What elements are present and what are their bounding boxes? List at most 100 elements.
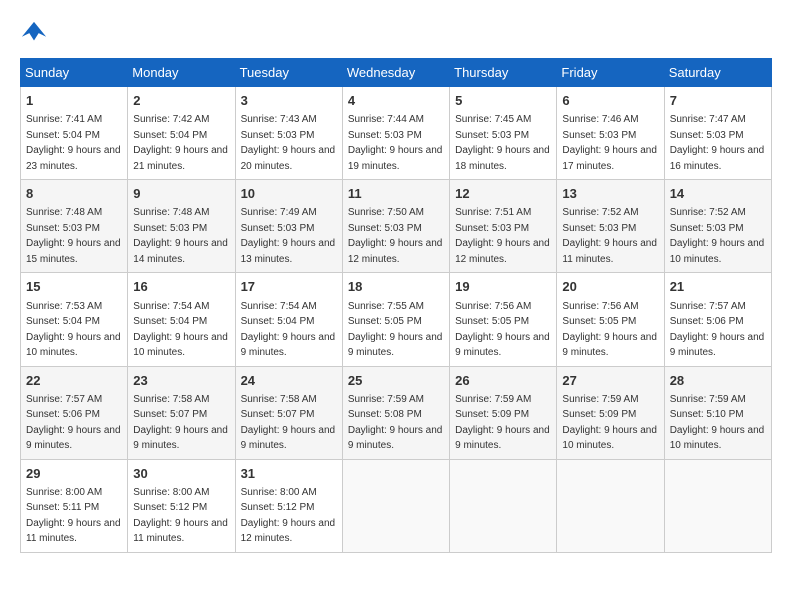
day-number: 12 [455, 185, 551, 203]
calendar-cell: 13 Sunrise: 7:52 AMSunset: 5:03 PMDaylig… [557, 180, 664, 273]
day-number: 10 [241, 185, 337, 203]
calendar-cell: 25 Sunrise: 7:59 AMSunset: 5:08 PMDaylig… [342, 366, 449, 459]
calendar-cell: 27 Sunrise: 7:59 AMSunset: 5:09 PMDaylig… [557, 366, 664, 459]
day-number: 25 [348, 372, 444, 390]
calendar-cell: 4 Sunrise: 7:44 AMSunset: 5:03 PMDayligh… [342, 87, 449, 180]
calendar-cell: 24 Sunrise: 7:58 AMSunset: 5:07 PMDaylig… [235, 366, 342, 459]
calendar-cell: 14 Sunrise: 7:52 AMSunset: 5:03 PMDaylig… [664, 180, 771, 273]
day-info: Sunrise: 7:48 AMSunset: 5:03 PMDaylight:… [26, 207, 121, 265]
day-number: 1 [26, 92, 122, 110]
day-number: 23 [133, 372, 229, 390]
day-number: 5 [455, 92, 551, 110]
calendar-cell [557, 459, 664, 552]
calendar-week-row: 1 Sunrise: 7:41 AMSunset: 5:04 PMDayligh… [21, 87, 772, 180]
day-number: 4 [348, 92, 444, 110]
calendar-cell: 30 Sunrise: 8:00 AMSunset: 5:12 PMDaylig… [128, 459, 235, 552]
day-number: 11 [348, 185, 444, 203]
calendar-week-row: 29 Sunrise: 8:00 AMSunset: 5:11 PMDaylig… [21, 459, 772, 552]
day-number: 22 [26, 372, 122, 390]
calendar-week-row: 22 Sunrise: 7:57 AMSunset: 5:06 PMDaylig… [21, 366, 772, 459]
calendar-cell: 12 Sunrise: 7:51 AMSunset: 5:03 PMDaylig… [450, 180, 557, 273]
calendar-cell: 7 Sunrise: 7:47 AMSunset: 5:03 PMDayligh… [664, 87, 771, 180]
calendar-cell: 31 Sunrise: 8:00 AMSunset: 5:12 PMDaylig… [235, 459, 342, 552]
calendar-week-row: 8 Sunrise: 7:48 AMSunset: 5:03 PMDayligh… [21, 180, 772, 273]
day-info: Sunrise: 7:45 AMSunset: 5:03 PMDaylight:… [455, 114, 550, 172]
calendar-cell: 17 Sunrise: 7:54 AMSunset: 5:04 PMDaylig… [235, 273, 342, 366]
day-number: 14 [670, 185, 766, 203]
calendar-cell: 22 Sunrise: 7:57 AMSunset: 5:06 PMDaylig… [21, 366, 128, 459]
day-info: Sunrise: 7:47 AMSunset: 5:03 PMDaylight:… [670, 114, 765, 172]
day-number: 20 [562, 278, 658, 296]
weekday-header-wednesday: Wednesday [342, 59, 449, 87]
calendar-week-row: 15 Sunrise: 7:53 AMSunset: 5:04 PMDaylig… [21, 273, 772, 366]
day-number: 13 [562, 185, 658, 203]
day-number: 26 [455, 372, 551, 390]
calendar-cell: 28 Sunrise: 7:59 AMSunset: 5:10 PMDaylig… [664, 366, 771, 459]
day-info: Sunrise: 7:42 AMSunset: 5:04 PMDaylight:… [133, 114, 228, 172]
day-info: Sunrise: 7:58 AMSunset: 5:07 PMDaylight:… [241, 394, 336, 452]
day-number: 2 [133, 92, 229, 110]
day-number: 7 [670, 92, 766, 110]
day-info: Sunrise: 7:49 AMSunset: 5:03 PMDaylight:… [241, 207, 336, 265]
day-info: Sunrise: 7:56 AMSunset: 5:05 PMDaylight:… [455, 301, 550, 359]
day-number: 30 [133, 465, 229, 483]
day-info: Sunrise: 7:57 AMSunset: 5:06 PMDaylight:… [26, 394, 121, 452]
day-number: 31 [241, 465, 337, 483]
day-info: Sunrise: 7:46 AMSunset: 5:03 PMDaylight:… [562, 114, 657, 172]
day-number: 9 [133, 185, 229, 203]
calendar-cell: 15 Sunrise: 7:53 AMSunset: 5:04 PMDaylig… [21, 273, 128, 366]
day-number: 3 [241, 92, 337, 110]
day-info: Sunrise: 8:00 AMSunset: 5:12 PMDaylight:… [133, 487, 228, 545]
calendar-cell: 2 Sunrise: 7:42 AMSunset: 5:04 PMDayligh… [128, 87, 235, 180]
calendar-cell [342, 459, 449, 552]
calendar-cell: 9 Sunrise: 7:48 AMSunset: 5:03 PMDayligh… [128, 180, 235, 273]
day-info: Sunrise: 7:54 AMSunset: 5:04 PMDaylight:… [241, 301, 336, 359]
day-info: Sunrise: 7:59 AMSunset: 5:09 PMDaylight:… [455, 394, 550, 452]
day-info: Sunrise: 7:52 AMSunset: 5:03 PMDaylight:… [670, 207, 765, 265]
day-number: 17 [241, 278, 337, 296]
calendar-cell: 26 Sunrise: 7:59 AMSunset: 5:09 PMDaylig… [450, 366, 557, 459]
calendar-cell: 23 Sunrise: 7:58 AMSunset: 5:07 PMDaylig… [128, 366, 235, 459]
calendar-cell: 3 Sunrise: 7:43 AMSunset: 5:03 PMDayligh… [235, 87, 342, 180]
calendar-cell: 19 Sunrise: 7:56 AMSunset: 5:05 PMDaylig… [450, 273, 557, 366]
day-number: 16 [133, 278, 229, 296]
day-number: 29 [26, 465, 122, 483]
day-info: Sunrise: 7:41 AMSunset: 5:04 PMDaylight:… [26, 114, 121, 172]
day-number: 15 [26, 278, 122, 296]
day-number: 24 [241, 372, 337, 390]
day-info: Sunrise: 7:59 AMSunset: 5:10 PMDaylight:… [670, 394, 765, 452]
day-info: Sunrise: 7:55 AMSunset: 5:05 PMDaylight:… [348, 301, 443, 359]
calendar-cell: 16 Sunrise: 7:54 AMSunset: 5:04 PMDaylig… [128, 273, 235, 366]
day-info: Sunrise: 8:00 AMSunset: 5:11 PMDaylight:… [26, 487, 121, 545]
day-number: 19 [455, 278, 551, 296]
day-number: 28 [670, 372, 766, 390]
day-number: 27 [562, 372, 658, 390]
day-info: Sunrise: 7:53 AMSunset: 5:04 PMDaylight:… [26, 301, 121, 359]
calendar-cell: 1 Sunrise: 7:41 AMSunset: 5:04 PMDayligh… [21, 87, 128, 180]
calendar-cell: 18 Sunrise: 7:55 AMSunset: 5:05 PMDaylig… [342, 273, 449, 366]
weekday-header-saturday: Saturday [664, 59, 771, 87]
day-info: Sunrise: 7:59 AMSunset: 5:09 PMDaylight:… [562, 394, 657, 452]
calendar-cell: 5 Sunrise: 7:45 AMSunset: 5:03 PMDayligh… [450, 87, 557, 180]
calendar-cell: 29 Sunrise: 8:00 AMSunset: 5:11 PMDaylig… [21, 459, 128, 552]
weekday-header-tuesday: Tuesday [235, 59, 342, 87]
day-info: Sunrise: 7:56 AMSunset: 5:05 PMDaylight:… [562, 301, 657, 359]
logo-icon [20, 20, 48, 48]
weekday-header-friday: Friday [557, 59, 664, 87]
weekday-header-row: SundayMondayTuesdayWednesdayThursdayFrid… [21, 59, 772, 87]
day-number: 6 [562, 92, 658, 110]
day-info: Sunrise: 7:54 AMSunset: 5:04 PMDaylight:… [133, 301, 228, 359]
day-info: Sunrise: 7:51 AMSunset: 5:03 PMDaylight:… [455, 207, 550, 265]
day-info: Sunrise: 7:48 AMSunset: 5:03 PMDaylight:… [133, 207, 228, 265]
day-number: 21 [670, 278, 766, 296]
day-info: Sunrise: 7:43 AMSunset: 5:03 PMDaylight:… [241, 114, 336, 172]
day-info: Sunrise: 7:59 AMSunset: 5:08 PMDaylight:… [348, 394, 443, 452]
page-header [20, 20, 772, 48]
day-info: Sunrise: 7:52 AMSunset: 5:03 PMDaylight:… [562, 207, 657, 265]
logo [20, 20, 52, 48]
calendar-cell: 21 Sunrise: 7:57 AMSunset: 5:06 PMDaylig… [664, 273, 771, 366]
weekday-header-thursday: Thursday [450, 59, 557, 87]
calendar-cell: 20 Sunrise: 7:56 AMSunset: 5:05 PMDaylig… [557, 273, 664, 366]
day-info: Sunrise: 7:58 AMSunset: 5:07 PMDaylight:… [133, 394, 228, 452]
calendar-cell: 8 Sunrise: 7:48 AMSunset: 5:03 PMDayligh… [21, 180, 128, 273]
